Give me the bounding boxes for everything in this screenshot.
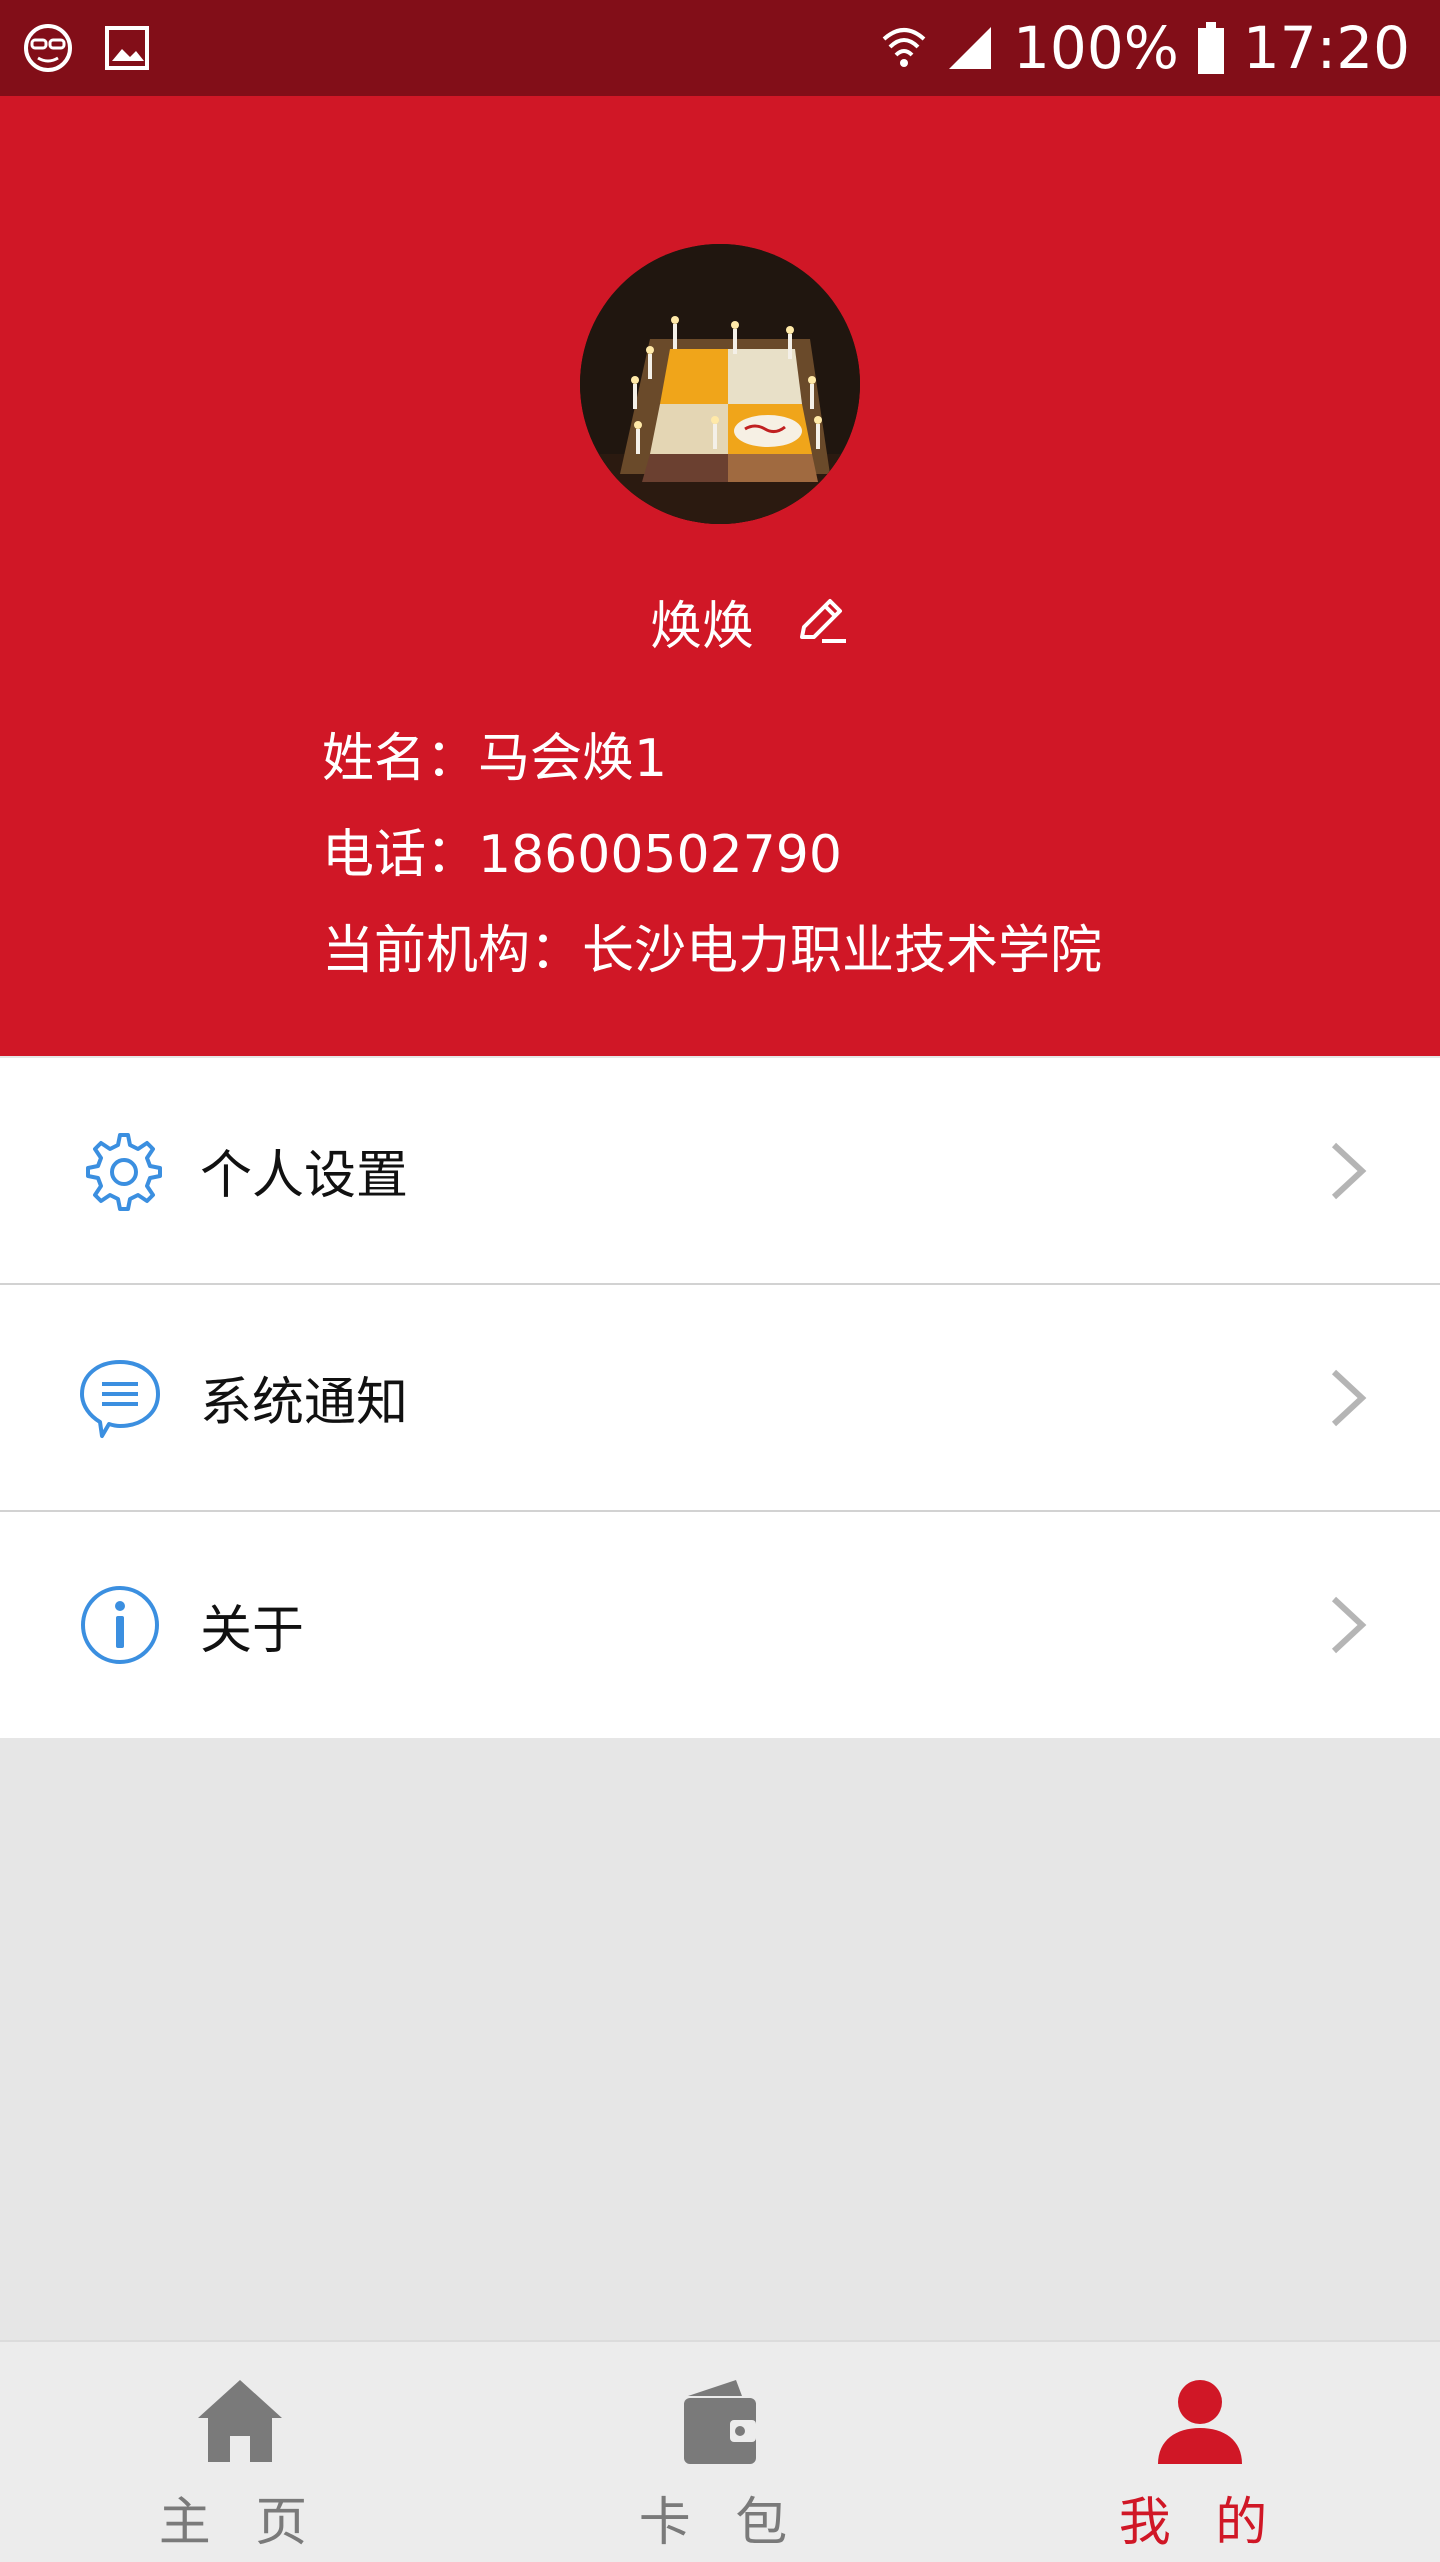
edit-pencil-icon[interactable] [794,593,850,649]
tab-label: 主 页 [158,2493,322,2553]
name-line: 姓名：马会焕1 [322,729,668,789]
chat-bubble-icon [80,1359,160,1438]
avatar[interactable] [580,244,860,524]
info-icon [81,1586,159,1664]
chevron-right-icon [1331,1369,1367,1426]
wallet-icon [684,2380,756,2464]
wifi-icon [882,28,926,67]
status-bar: 100% 17:20 [0,0,1440,96]
chevron-right-icon [1331,1142,1367,1199]
nickname: 焕焕 [649,596,754,657]
tab-label: 卡 包 [638,2493,802,2553]
menu-item-personal-settings[interactable]: 个人设置 [0,1058,1440,1285]
menu-item-about[interactable]: 关于 [0,1512,1440,1738]
chevron-right-icon [1331,1596,1367,1654]
home-icon [198,2380,282,2462]
organization-line: 当前机构：长沙电力职业技术学院 [322,921,1103,981]
tab-label: 我 的 [1118,2493,1282,2553]
battery-icon [1197,22,1224,74]
profile-header: 焕焕 姓名：马会焕1 电话：18600502790 当前机构：长沙电力职业技术学… [0,96,1440,1056]
settings-menu: 个人设置 系统通知 关于 [0,1058,1440,1738]
nickname-row: 焕焕 [0,586,1440,657]
tab-mine[interactable]: 我 的 [960,2342,1440,2562]
bottom-nav: 主 页 卡 包 我 的 [0,2340,1440,2562]
menu-item-system-notifications[interactable]: 系统通知 [0,1285,1440,1512]
person-icon [1158,2380,1242,2464]
app-notification-icon [24,24,72,72]
clock: 17:20 [1242,14,1410,82]
phone-line: 电话：18600502790 [322,825,842,885]
image-notification-icon [105,26,149,70]
avatar-image [580,244,860,524]
menu-item-label: 关于 [200,1600,305,1661]
signal-icon [949,27,992,69]
battery-percent: 100% [1013,14,1179,82]
menu-item-label: 个人设置 [200,1146,409,1206]
tab-card-wallet[interactable]: 卡 包 [480,2342,960,2562]
gear-icon [86,1132,162,1211]
menu-item-label: 系统通知 [200,1373,409,1433]
tab-home[interactable]: 主 页 [0,2342,480,2562]
